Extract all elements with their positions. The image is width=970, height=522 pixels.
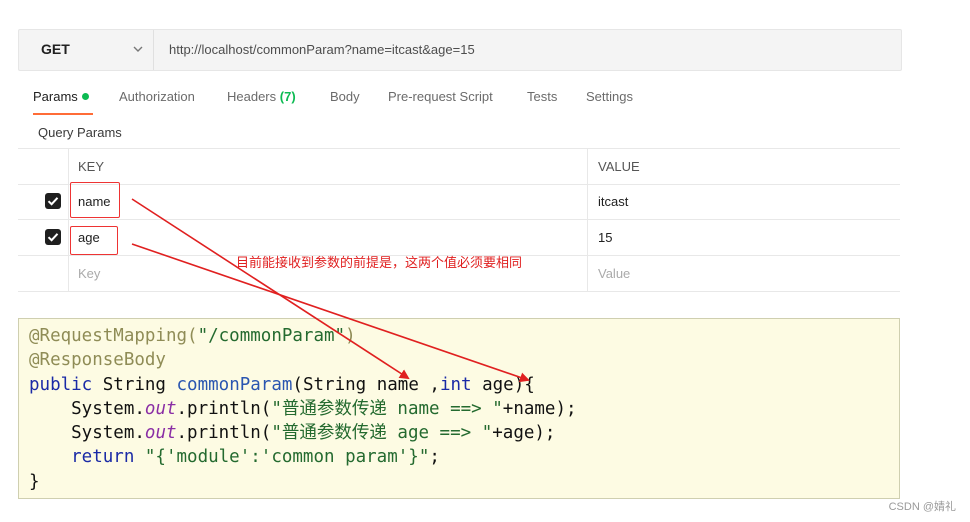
code-keyword: int (439, 374, 472, 395)
checkbox-checked-icon[interactable] (45, 229, 61, 245)
key-column-header: KEY (78, 159, 105, 174)
code-text-segment: .println( (176, 423, 272, 444)
tab-settings[interactable]: Settings (586, 89, 633, 104)
code-string: "普通参数传递 name ==> " (271, 398, 503, 419)
new-value-cell[interactable]: Value (588, 256, 900, 291)
row-check-cell (18, 184, 69, 219)
row-check-cell (18, 220, 69, 255)
code-keyword: return (29, 447, 135, 468)
row-check-cell (18, 256, 69, 291)
code-string: "{'module':'common param'}" (134, 447, 430, 468)
code-annotation-responsebody: @ResponseBody (29, 350, 166, 371)
tab-headers[interactable]: Headers (7) (227, 89, 296, 104)
active-tab-indicator (33, 113, 93, 115)
param-value: 15 (598, 230, 613, 245)
code-text-segment: ; (429, 447, 440, 468)
annotation-note: 目前能接收到参数的前提是，这两个值必须要相同 (236, 256, 523, 271)
table-row: age 15 (18, 220, 900, 256)
value-column-header: VALUE (598, 159, 640, 174)
code-method-name: commonParam (176, 374, 293, 395)
tab-pre-request-script[interactable]: Pre-request Script (388, 89, 493, 104)
tab-authorization[interactable]: Authorization (119, 89, 195, 104)
url-input[interactable]: http://localhost/commonParam?name=itcast… (169, 42, 475, 57)
code-text: @RequestMapping("/commonParam") @Respons… (29, 324, 577, 494)
key-placeholder: Key (78, 266, 101, 281)
checkbox-checked-icon[interactable] (45, 193, 61, 209)
code-text-segment: System. (29, 398, 145, 419)
tab-tests[interactable]: Tests (527, 89, 557, 104)
tab-params[interactable]: Params (33, 89, 89, 104)
code-paren: ) (345, 326, 356, 346)
value-placeholder: Value (598, 266, 631, 281)
param-key-cell[interactable]: age (68, 220, 588, 255)
code-text-segment: +name); (502, 398, 577, 419)
code-string: "/commonParam" (197, 326, 346, 346)
code-text-segment: age){ (471, 374, 535, 395)
code-field: out (144, 423, 177, 444)
code-text-segment: } (29, 471, 40, 492)
tab-params-label: Params (33, 89, 78, 104)
code-text-segment: (String name , (292, 374, 440, 395)
code-text-segment: System. (29, 423, 145, 444)
param-key-cell[interactable]: name (68, 184, 588, 219)
code-string: "普通参数传递 age ==> " (271, 423, 493, 444)
param-value: itcast (598, 194, 629, 209)
method-label: GET (41, 41, 70, 57)
code-field: out (144, 398, 177, 419)
header-value-cell: VALUE (588, 149, 900, 184)
param-value-cell[interactable]: itcast (588, 184, 900, 219)
request-url-bar: GET http://localhost/commonParam?name=it… (18, 29, 902, 71)
code-text-segment: String (92, 374, 177, 395)
table-header-row: KEY VALUE (18, 148, 900, 185)
watermark: CSDN @婧礼 (888, 501, 956, 513)
code-text-segment: .println( (176, 398, 272, 419)
method-select[interactable]: GET (19, 30, 154, 70)
table-row: name itcast (18, 184, 900, 220)
params-active-dot (81, 93, 89, 100)
chevron-down-icon[interactable] (131, 42, 145, 56)
query-params-title: Query Params (38, 125, 122, 140)
highlight-box-name (70, 182, 120, 218)
param-value-cell[interactable]: 15 (588, 220, 900, 255)
header-key-cell: KEY (68, 149, 588, 184)
highlight-box-age (70, 226, 118, 255)
tab-headers-label: Headers (227, 89, 277, 104)
header-check-cell (18, 149, 69, 184)
tab-body[interactable]: Body (330, 89, 360, 104)
headers-count: (7) (279, 89, 296, 104)
code-block: @RequestMapping("/commonParam") @Respons… (18, 318, 900, 499)
code-annotation-mapping: @RequestMapping( (29, 326, 198, 346)
request-tabs: Params Authorization Headers (7) Body Pr… (18, 89, 900, 117)
code-keyword: public (29, 374, 93, 395)
code-text-segment: +age); (492, 423, 556, 444)
